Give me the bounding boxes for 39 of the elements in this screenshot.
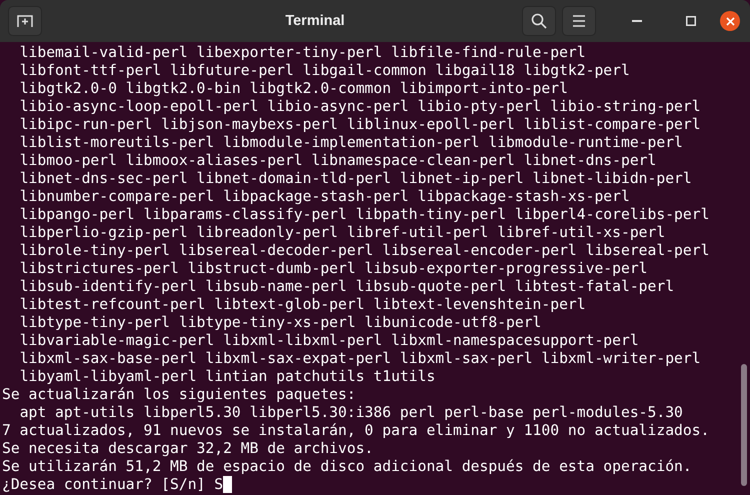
terminal-output-line: libsub-identify-perl libsub-name-perl libsub-quote-perl libtest-fatal-perl: [20, 278, 674, 295]
terminal-output-line: Se necesita descargar 32,2 MB de archivos.: [2, 440, 374, 457]
terminal-output-line: Se utilizarán 51,2 MB de espacio de disco adicional después de esta operación.: [2, 458, 692, 475]
terminal-output-line: libnet-dns-sec-perl libnet-domain-tld-perl libnet-ip-perl libnet-libidn-perl: [20, 170, 692, 187]
terminal-output-line: libtype-tiny-perl libtype-tiny-xs-perl libunicode-utf8-perl: [20, 314, 542, 331]
terminal-output-line: librole-tiny-perl libsereal-decoder-perl libsereal-encoder-perl libsereal-perl: [20, 242, 710, 259]
terminal-output-line: libxml-sax-base-perl libxml-sax-expat-perl libxml-sax-perl libxml-writer-perl: [20, 350, 701, 367]
terminal-output-line: libgtk2.0-0 libgtk2.0-bin libgtk2.0-common libimport-into-perl: [20, 80, 568, 97]
search-button[interactable]: [522, 6, 556, 36]
scrollbar[interactable]: [741, 364, 747, 486]
close-icon: [726, 16, 735, 26]
menu-button[interactable]: [562, 6, 596, 36]
typed-answer-text: S: [214, 476, 224, 493]
new-tab-icon: [17, 14, 33, 28]
terminal-output-line: liblist-moreutils-perl libmodule-implementation-perl libmodule-runtime-perl: [20, 134, 683, 151]
terminal-output-line: libipc-run-perl libjson-maybexs-perl liblinux-epoll-perl liblist-compare-perl: [20, 116, 701, 133]
maximize-icon: [686, 16, 696, 26]
text-cursor: [223, 476, 232, 493]
terminal-output-line: libnumber-compare-perl libpackage-stash-perl libpackage-stash-xs-perl: [20, 188, 630, 205]
terminal-output-line: libvariable-magic-perl libxml-libxml-perl libxml-namespacesupport-perl: [20, 332, 639, 349]
terminal-prompt: ¿Desea continuar? [S/n]: [2, 476, 206, 493]
terminal-output-line: libstrictures-perl libstruct-dumb-perl libsub-exporter-progressive-perl: [20, 260, 648, 277]
terminal-output-line: Se actualizarán los siguientes paquetes:: [2, 386, 356, 403]
close-button[interactable]: [720, 11, 740, 31]
terminal-output-line: libpango-perl libparams-classify-perl libpath-tiny-perl libperl4-corelibs-perl: [20, 206, 710, 223]
terminal-output-line: libmoo-perl libmoox-aliases-perl libnamespace-clean-perl libnet-dns-perl: [20, 152, 656, 169]
terminal-output-line: libfont-ttf-perl libfuture-perl libgail-common libgail18 libgtk2-perl: [20, 62, 630, 79]
terminal-output-line: apt apt-utils libperl5.30 libperl5.30:i386 perl perl-base perl-modules-5.30: [20, 404, 683, 421]
terminal-output-line: libtest-refcount-perl libtext-glob-perl libtext-levenshtein-perl: [20, 296, 586, 313]
terminal-output-line: libyaml-libyaml-perl lintian patchutils t1utils: [20, 368, 436, 385]
minimize-icon: [632, 20, 642, 22]
terminal-output-line: libperlio-gzip-perl libreadonly-perl libref-util-perl libref-util-xs-perl: [20, 224, 666, 241]
window-title: Terminal: [285, 13, 345, 29]
search-icon: [531, 13, 548, 29]
menu-icon: [572, 15, 586, 27]
terminal-output-line: libio-async-loop-epoll-perl libio-async-perl libio-pty-perl libio-string-perl: [20, 98, 701, 115]
terminal-output-line: 7 actualizados, 91 nuevos se instalarán, 0 para eliminar y 1100 no actualizados.: [2, 422, 710, 439]
new-tab-button[interactable]: [8, 6, 42, 36]
terminal-output-line: libemail-valid-perl libexporter-tiny-perl libfile-find-rule-perl: [20, 44, 586, 61]
